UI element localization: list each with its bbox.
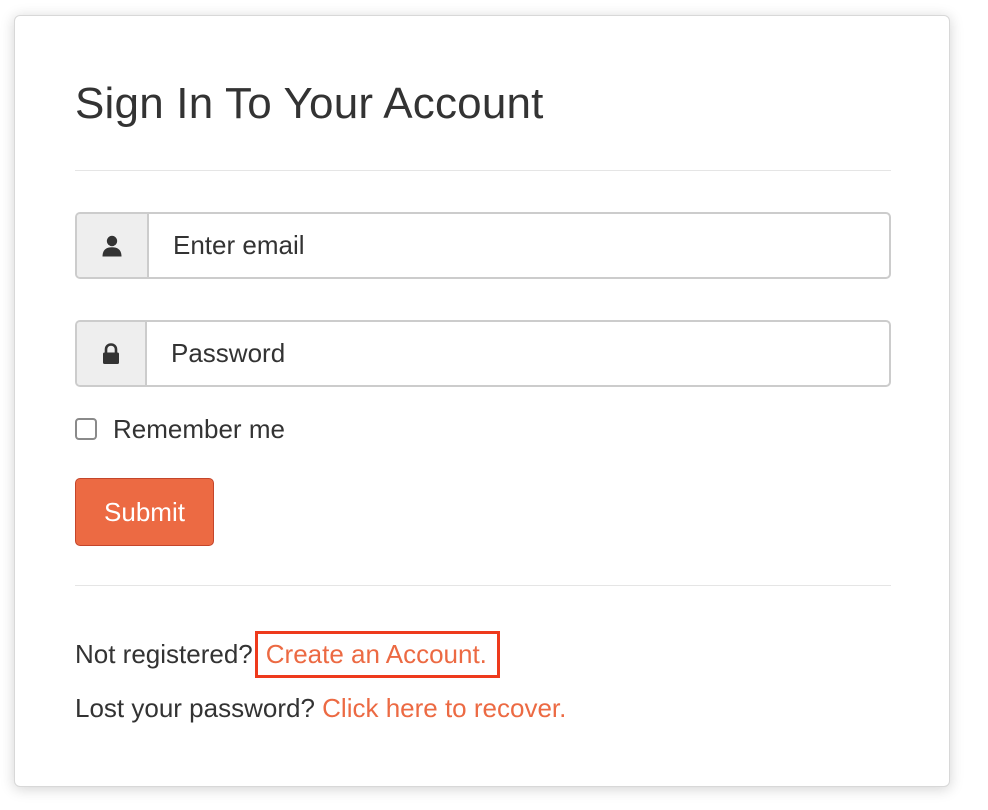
- sign-in-card: Sign In To Your Account Remember me Subm…: [14, 15, 950, 787]
- recover-prompt: Lost your password?: [75, 693, 315, 723]
- recover-line: Lost your password? Click here to recove…: [75, 691, 566, 725]
- footer-divider: [75, 585, 891, 586]
- email-input[interactable]: [149, 214, 889, 277]
- password-input-group: [75, 320, 891, 387]
- email-input-group: [75, 212, 891, 279]
- email-addon: [77, 214, 149, 277]
- password-input[interactable]: [147, 322, 889, 385]
- create-account-link[interactable]: Create an Account.: [266, 639, 487, 669]
- register-prompt: Not registered?: [75, 639, 253, 669]
- remember-me-checkbox[interactable]: [75, 418, 97, 440]
- remember-me[interactable]: Remember me: [75, 412, 285, 446]
- password-addon: [77, 322, 147, 385]
- submit-button[interactable]: Submit: [75, 478, 214, 546]
- page-title: Sign In To Your Account: [75, 79, 544, 128]
- title-divider: [75, 170, 891, 171]
- lock-icon: [103, 342, 119, 364]
- create-account-highlight: Create an Account.: [254, 631, 500, 678]
- recover-password-link[interactable]: Click here to recover.: [322, 693, 566, 723]
- remember-me-label: Remember me: [113, 413, 285, 444]
- register-line: Not registered? Create an Account.: [75, 631, 500, 678]
- user-icon: [102, 235, 122, 256]
